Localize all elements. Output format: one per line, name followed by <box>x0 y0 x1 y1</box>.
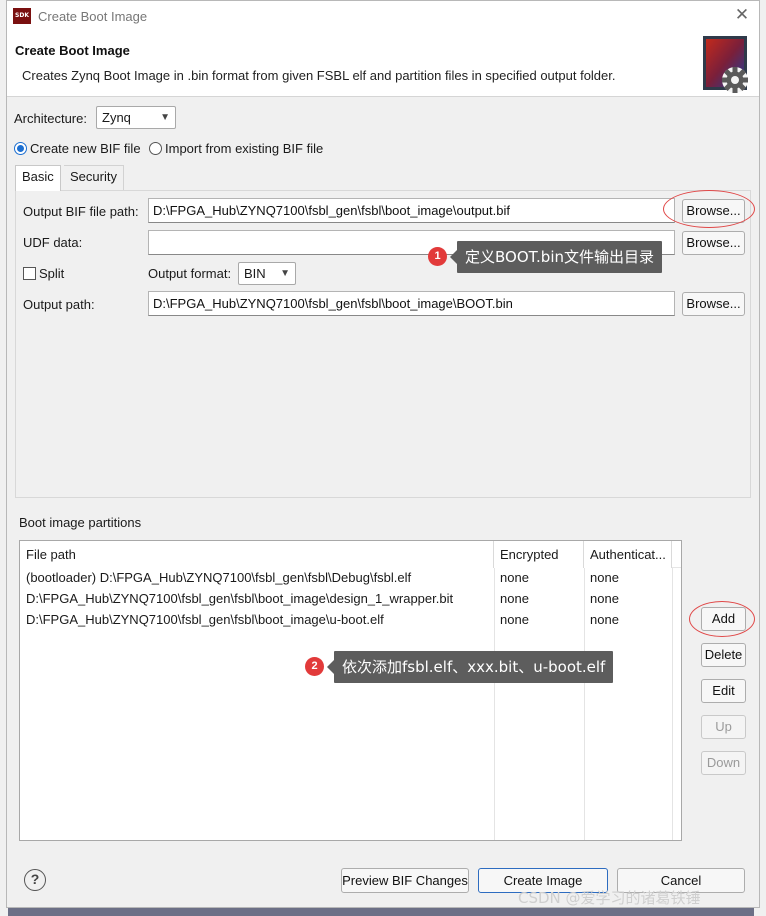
row-authenticated: none <box>590 591 619 606</box>
architecture-select[interactable]: Zynq ▼ <box>96 106 176 129</box>
output-path-field[interactable]: D:\FPGA_Hub\ZYNQ7100\fsbl_gen\fsbl\boot_… <box>148 291 675 316</box>
row-encrypted: none <box>500 591 529 606</box>
output-bif-label: Output BIF file path: <box>23 204 139 219</box>
preview-bif-changes-button[interactable]: Preview BIF Changes <box>341 868 469 893</box>
table-row[interactable]: (bootloader) D:\FPGA_Hub\ZYNQ7100\fsbl_g… <box>20 567 681 588</box>
delete-partition-button[interactable]: Delete <box>701 643 746 667</box>
chevron-down-icon: ▼ <box>280 268 290 279</box>
csdn-watermark: CSDN @爱学习的诸葛铁锤 <box>518 889 701 907</box>
table-row[interactable]: D:\FPGA_Hub\ZYNQ7100\fsbl_gen\fsbl\boot_… <box>20 588 681 609</box>
row-file-path: (bootloader) D:\FPGA_Hub\ZYNQ7100\fsbl_g… <box>26 570 412 585</box>
create-boot-image-dialog: SDK Create Boot Image ✕ Create Boot Imag… <box>6 0 760 908</box>
edit-partition-button[interactable]: Edit <box>701 679 746 703</box>
row-file-path: D:\FPGA_Hub\ZYNQ7100\fsbl_gen\fsbl\boot_… <box>26 591 454 606</box>
tab-security[interactable]: Security <box>64 165 124 190</box>
output-path-label: Output path: <box>23 297 95 312</box>
annotation-badge-2: 2 <box>305 657 324 676</box>
header-title: Create Boot Image <box>15 43 130 58</box>
column-encrypted[interactable]: Encrypted <box>494 541 584 568</box>
create-new-bif-radio[interactable] <box>14 142 27 155</box>
header-description: Creates Zynq Boot Image in .bin format f… <box>22 68 616 83</box>
table-header: File path Encrypted Authenticat... <box>20 541 681 568</box>
dialog-header: Create Boot Image Creates Zynq Boot Imag… <box>7 31 759 97</box>
udf-browse-button[interactable]: Browse... <box>682 231 745 255</box>
output-format-value: BIN <box>244 266 266 281</box>
architecture-label: Architecture: <box>14 111 87 126</box>
column-authenticated[interactable]: Authenticat... <box>584 541 672 568</box>
column-file-path[interactable]: File path <box>20 541 494 568</box>
boot-image-gear-icon <box>703 36 748 93</box>
window-title: Create Boot Image <box>38 9 148 24</box>
import-bif-radio[interactable] <box>149 142 162 155</box>
output-bif-field[interactable]: D:\FPGA_Hub\ZYNQ7100\fsbl_gen\fsbl\boot_… <box>148 198 675 223</box>
import-bif-label[interactable]: Import from existing BIF file <box>165 141 323 156</box>
close-icon[interactable]: ✕ <box>733 6 751 24</box>
output-path-browse-button[interactable]: Browse... <box>682 292 745 316</box>
tab-basic[interactable]: Basic <box>15 165 61 191</box>
split-label[interactable]: Split <box>39 266 64 281</box>
row-encrypted: none <box>500 570 529 585</box>
udf-data-label: UDF data: <box>23 235 83 250</box>
architecture-value: Zynq <box>102 110 131 125</box>
annotation-callout-2: 依次添加fsbl.elf、xxx.bit、u-boot.elf <box>326 651 614 683</box>
title-bar: SDK Create Boot Image ✕ <box>7 1 759 31</box>
partitions-table[interactable]: File path Encrypted Authenticat... (boot… <box>19 540 682 841</box>
move-down-button[interactable]: Down <box>701 751 746 775</box>
row-file-path: D:\FPGA_Hub\ZYNQ7100\fsbl_gen\fsbl\boot_… <box>26 612 384 627</box>
row-encrypted: none <box>500 612 529 627</box>
move-up-button[interactable]: Up <box>701 715 746 739</box>
row-authenticated: none <box>590 612 619 627</box>
add-partition-button[interactable]: Add <box>701 607 746 631</box>
create-new-bif-label[interactable]: Create new BIF file <box>30 141 141 156</box>
split-checkbox[interactable] <box>23 267 36 280</box>
chevron-down-icon: ▼ <box>160 112 170 123</box>
annotation-badge-1: 1 <box>428 247 447 266</box>
sdk-app-icon: SDK <box>13 8 31 24</box>
row-authenticated: none <box>590 570 619 585</box>
annotation-callout-1: 定义BOOT.bin文件输出目录 <box>450 241 662 273</box>
table-row[interactable]: D:\FPGA_Hub\ZYNQ7100\fsbl_gen\fsbl\boot_… <box>20 609 681 630</box>
partitions-section-label: Boot image partitions <box>19 515 142 530</box>
output-format-label: Output format: <box>148 266 232 281</box>
output-bif-browse-button[interactable]: Browse... <box>682 199 745 223</box>
help-icon[interactable]: ? <box>24 869 46 891</box>
output-format-select[interactable]: BIN ▼ <box>238 262 296 285</box>
